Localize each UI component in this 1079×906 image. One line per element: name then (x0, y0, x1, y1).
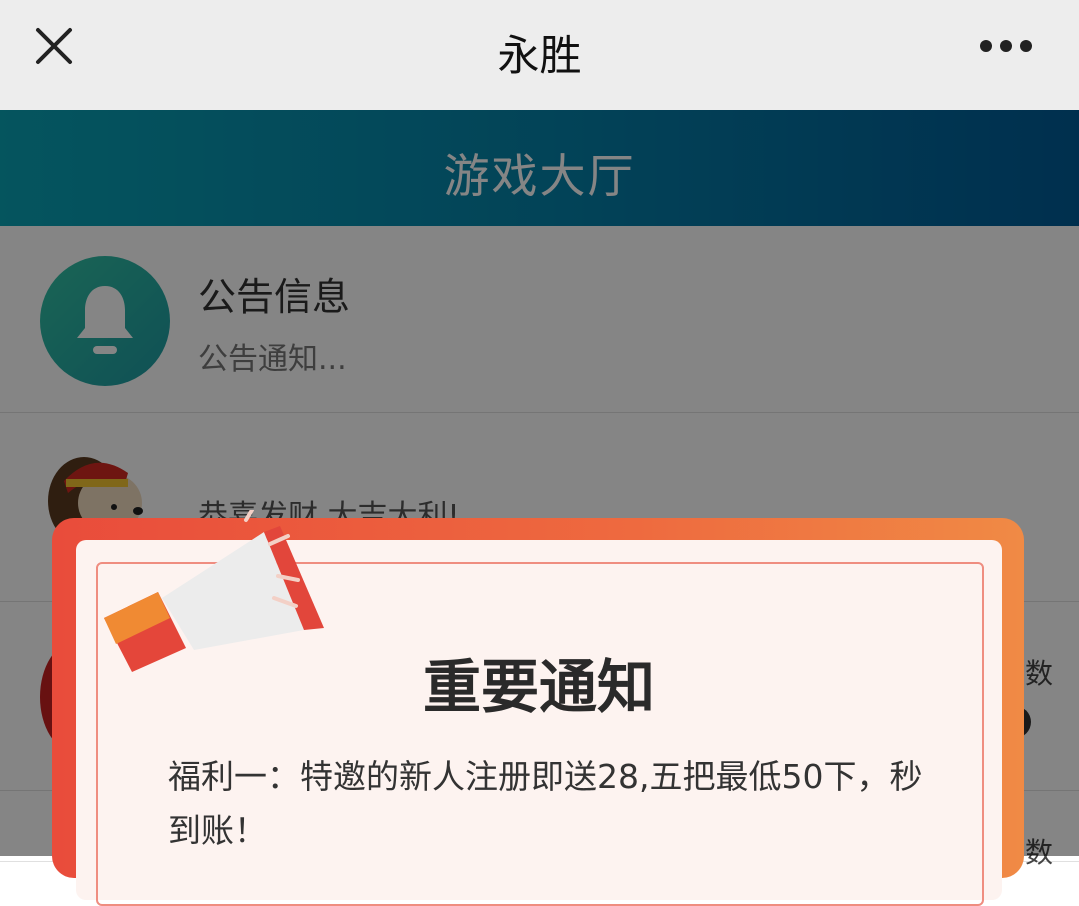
modal-text: 福利一：特邀的新人注册即送28,五把最低50下，秒到账！ (168, 757, 923, 850)
megaphone-icon (104, 510, 324, 672)
notice-modal: 重要通知 福利一：特邀的新人注册即送28,五把最低50下，秒到账！ (52, 510, 1024, 906)
top-bar: 永胜 (0, 0, 1079, 110)
more-icon[interactable] (979, 38, 1033, 54)
window-title: 永胜 (497, 31, 582, 80)
